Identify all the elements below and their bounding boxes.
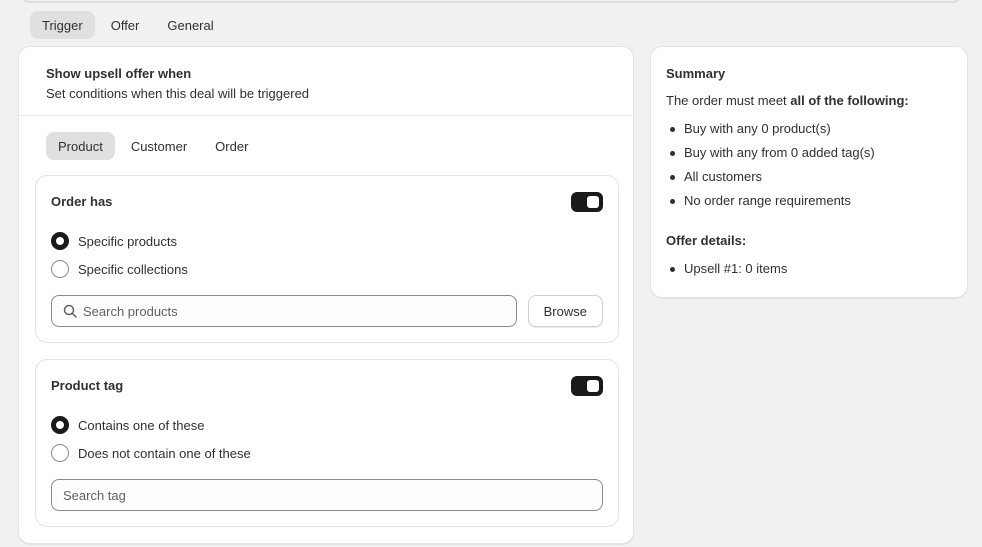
product-tag-toggle[interactable] [571, 376, 603, 396]
search-products-input[interactable]: Search products [51, 295, 517, 327]
search-tag-input[interactable]: Search tag [51, 479, 603, 511]
radio-label: Contains one of these [78, 417, 205, 433]
trigger-card: Show upsell offer when Set conditions wh… [18, 46, 634, 544]
list-item: No order range requirements [666, 189, 875, 213]
list-item: Buy with any 0 product(s) [666, 117, 875, 141]
tab-offer[interactable]: Offer [99, 11, 152, 39]
search-tag-placeholder: Search tag [63, 487, 126, 503]
radio-checked-icon [51, 416, 69, 434]
summary-list: Buy with any 0 product(s) Buy with any f… [666, 117, 875, 213]
radio-label: Specific collections [78, 261, 188, 277]
radio-contains-one[interactable]: Contains one of these [51, 416, 204, 434]
tab-general[interactable]: General [155, 11, 225, 39]
offer-item-text: Upsell #1: 0 items [684, 261, 788, 276]
summary-item-text: Buy with any from 0 added tag(s) [684, 145, 875, 160]
bullet-icon [670, 266, 675, 272]
list-item: All customers [666, 165, 875, 189]
radio-does-not-contain[interactable]: Does not contain one of these [51, 444, 251, 462]
search-products-placeholder: Search products [83, 303, 178, 319]
radio-label: Specific products [78, 233, 177, 249]
product-tag-title: Product tag [51, 378, 124, 393]
summary-card: Summary The order must meet all of the f… [650, 46, 968, 298]
list-item: Upsell #1: 0 items [666, 257, 787, 281]
tab-customer[interactable]: Customer [119, 132, 199, 160]
bullet-icon [670, 198, 675, 204]
summary-title: Summary [666, 66, 726, 81]
summary-item-text: Buy with any 0 product(s) [684, 121, 831, 136]
main-tabs: Trigger Offer General [30, 11, 226, 39]
offer-details-list: Upsell #1: 0 items [666, 257, 787, 281]
toggle-knob [587, 196, 599, 208]
tab-product[interactable]: Product [46, 132, 115, 160]
radio-checked-icon [51, 232, 69, 250]
tab-order[interactable]: Order [203, 132, 260, 160]
summary-intro-text: The order must meet [666, 93, 791, 108]
product-tag-section: Product tag Contains one of these Does n… [35, 359, 619, 527]
radio-specific-collections[interactable]: Specific collections [51, 260, 188, 278]
top-container-edge [19, 0, 964, 2]
search-icon [63, 304, 77, 318]
trigger-card-header: Show upsell offer when Set conditions wh… [19, 47, 633, 116]
radio-label: Does not contain one of these [78, 445, 251, 461]
offer-details-title: Offer details: [666, 233, 747, 248]
summary-item-text: All customers [684, 169, 763, 184]
summary-intro-bold: all of the following: [790, 93, 909, 108]
bullet-icon [670, 150, 675, 156]
trigger-card-title: Show upsell offer when [46, 66, 192, 81]
tab-trigger[interactable]: Trigger [30, 11, 95, 39]
trigger-card-subtitle: Set conditions when this deal will be tr… [46, 86, 310, 101]
order-has-section: Order has Specific products Specific col… [35, 175, 619, 343]
condition-tabs: Product Customer Order [46, 132, 260, 160]
radio-unchecked-icon [51, 260, 69, 278]
list-item: Buy with any from 0 added tag(s) [666, 141, 875, 165]
bullet-icon [670, 174, 675, 180]
radio-unchecked-icon [51, 444, 69, 462]
browse-button[interactable]: Browse [527, 295, 603, 327]
radio-specific-products[interactable]: Specific products [51, 232, 177, 250]
summary-intro: The order must meet all of the following… [666, 93, 909, 108]
order-has-toggle[interactable] [571, 192, 603, 212]
bullet-icon [670, 126, 675, 132]
toggle-knob [587, 380, 599, 392]
summary-item-text: No order range requirements [684, 193, 851, 208]
order-has-title: Order has [51, 194, 113, 209]
